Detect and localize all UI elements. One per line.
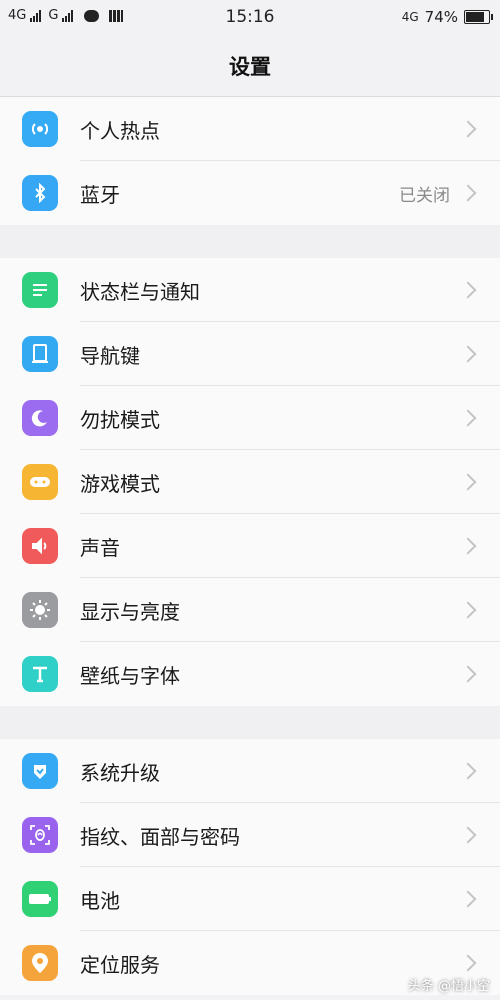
bluetooth-icon bbox=[22, 175, 58, 211]
chevron-right-icon bbox=[459, 601, 477, 619]
settings-item-sound[interactable]: 声音 bbox=[0, 514, 500, 578]
settings-item-navigation[interactable]: 导航键 bbox=[0, 322, 500, 386]
speaker-icon bbox=[22, 528, 58, 564]
chevron-right-icon bbox=[459, 826, 477, 844]
section-spacer bbox=[0, 225, 500, 258]
section-spacer bbox=[0, 706, 500, 739]
settings-item-bluetooth[interactable]: 蓝牙 已关闭 bbox=[0, 161, 500, 225]
hotspot-icon bbox=[22, 111, 58, 147]
settings-item-label: 状态栏与通知 bbox=[80, 279, 200, 304]
navigation-icon bbox=[22, 336, 58, 372]
settings-item-label: 壁纸与字体 bbox=[80, 663, 180, 688]
settings-item-label: 电池 bbox=[80, 888, 120, 913]
settings-item-do-not-disturb[interactable]: 勿扰模式 bbox=[0, 386, 500, 450]
settings-list: 个人热点 蓝牙 已关闭 状态栏与通知 导航键 勿扰模式 游戏模式 声音 显示与亮… bbox=[0, 97, 500, 995]
brightness-icon bbox=[22, 592, 58, 628]
moon-icon bbox=[22, 400, 58, 436]
font-icon bbox=[22, 656, 58, 692]
settings-item-value: 已关闭 bbox=[399, 185, 450, 206]
settings-item-display-brightness[interactable]: 显示与亮度 bbox=[0, 578, 500, 642]
notification-icon bbox=[22, 272, 58, 308]
settings-item-label: 游戏模式 bbox=[80, 471, 160, 496]
location-icon bbox=[22, 945, 58, 981]
chevron-right-icon bbox=[459, 890, 477, 908]
settings-item-system-update[interactable]: 系统升级 bbox=[0, 739, 500, 803]
settings-item-label: 蓝牙 bbox=[80, 182, 120, 207]
settings-item-battery[interactable]: 电池 bbox=[0, 867, 500, 931]
chevron-right-icon bbox=[459, 665, 477, 683]
battery-icon bbox=[22, 881, 58, 917]
chevron-right-icon bbox=[459, 409, 477, 427]
settings-item-label: 声音 bbox=[80, 535, 120, 560]
settings-item-wallpaper-font[interactable]: 壁纸与字体 bbox=[0, 642, 500, 706]
chevron-right-icon bbox=[459, 537, 477, 555]
settings-item-label: 定位服务 bbox=[80, 952, 160, 977]
settings-item-label: 系统升级 bbox=[80, 760, 160, 785]
page-title: 设置 bbox=[229, 55, 271, 79]
settings-item-game-mode[interactable]: 游戏模式 bbox=[0, 450, 500, 514]
settings-item-label: 导航键 bbox=[80, 343, 140, 368]
chevron-right-icon bbox=[459, 120, 477, 138]
chevron-right-icon bbox=[459, 762, 477, 780]
title-bar: 设置 bbox=[0, 36, 500, 97]
watermark: 头条 @悟小空 bbox=[407, 979, 490, 994]
chevron-right-icon bbox=[459, 954, 477, 972]
settings-item-label: 勿扰模式 bbox=[80, 407, 160, 432]
gamepad-icon bbox=[22, 464, 58, 500]
chevron-right-icon bbox=[459, 281, 477, 299]
settings-item-label: 指纹、面部与密码 bbox=[80, 824, 240, 849]
update-icon bbox=[22, 753, 58, 789]
settings-item-fingerprint-face-password[interactable]: 指纹、面部与密码 bbox=[0, 803, 500, 867]
settings-group-connections: 个人热点 蓝牙 已关闭 bbox=[0, 97, 500, 225]
fingerprint-icon bbox=[22, 817, 58, 853]
settings-item-hotspot[interactable]: 个人热点 bbox=[0, 97, 500, 161]
settings-group-display: 状态栏与通知 导航键 勿扰模式 游戏模式 声音 显示与亮度 壁纸与字体 bbox=[0, 258, 500, 706]
settings-item-label: 显示与亮度 bbox=[80, 599, 180, 624]
battery-status-icon bbox=[464, 10, 493, 24]
battery-percent: 74% bbox=[424, 8, 458, 26]
chevron-right-icon bbox=[459, 345, 477, 363]
settings-item-statusbar[interactable]: 状态栏与通知 bbox=[0, 258, 500, 322]
network-type-right: 4G bbox=[401, 10, 419, 24]
settings-group-system: 系统升级 指纹、面部与密码 电池 定位服务 bbox=[0, 739, 500, 995]
chevron-right-icon bbox=[459, 473, 477, 491]
settings-item-label: 个人热点 bbox=[80, 118, 160, 143]
status-bar: 4G G 15:16 4G 74% bbox=[0, 0, 500, 36]
status-right: 4G 74% bbox=[401, 8, 493, 26]
chevron-right-icon bbox=[459, 184, 477, 202]
